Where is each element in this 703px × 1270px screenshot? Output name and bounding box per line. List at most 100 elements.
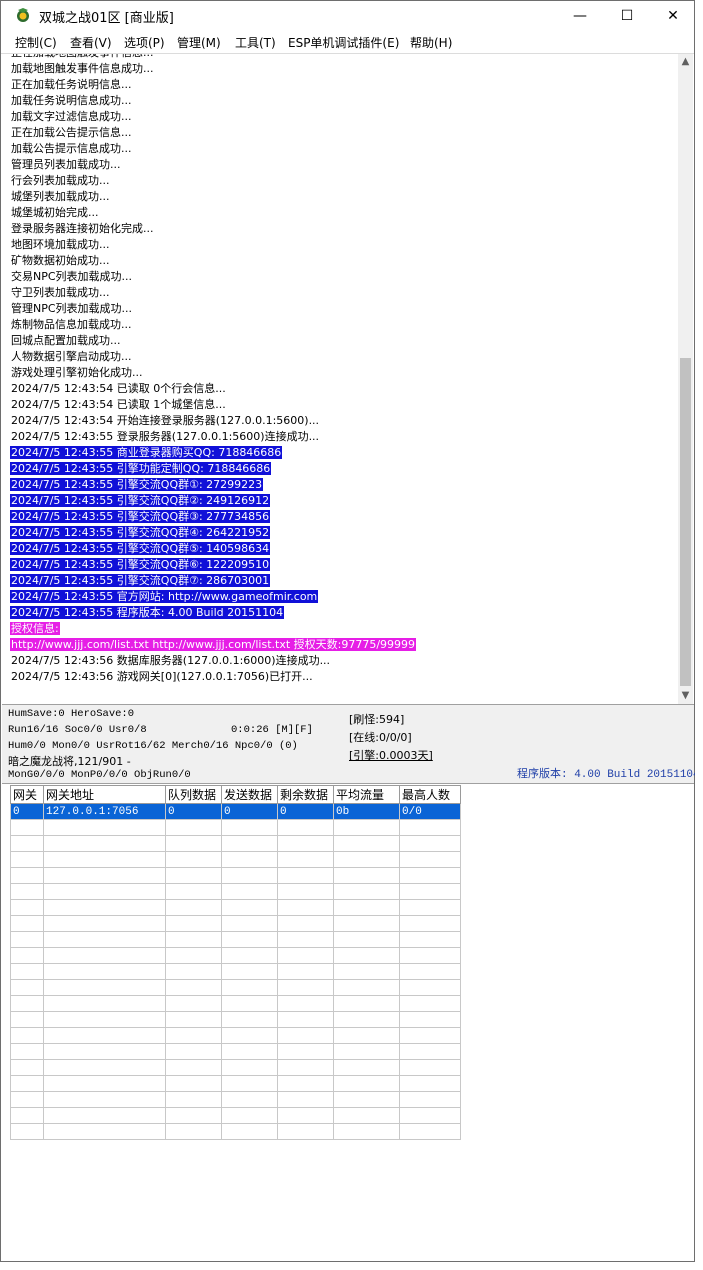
menu-manage[interactable]: 管理(M) <box>177 34 221 51</box>
window-title: 双城之战01区 [商业版] <box>39 11 174 26</box>
table-cell-empty <box>399 819 461 836</box>
menu-tools[interactable]: 工具(T) <box>235 34 276 51</box>
table-row-empty[interactable] <box>10 995 461 1012</box>
table-row-empty[interactable] <box>10 947 461 964</box>
table-row-empty[interactable] <box>10 867 461 884</box>
table-cell-empty <box>221 963 278 980</box>
menu-view[interactable]: 查看(V) <box>70 34 112 51</box>
log-line: 2024/7/5 12:43:55 商业登录器购买QQ: 718846686 <box>10 445 678 461</box>
table-row-empty[interactable] <box>10 1027 461 1044</box>
table-row-empty[interactable] <box>10 1011 461 1028</box>
table-row-empty[interactable] <box>10 851 461 868</box>
table-cell-empty <box>10 1123 44 1140</box>
table-cell-empty <box>221 883 278 900</box>
table-row-empty[interactable] <box>10 915 461 932</box>
table-cell-empty <box>277 1059 334 1076</box>
status-refresh: [刷怪:594] <box>349 713 405 726</box>
minimize-button[interactable]: — <box>557 1 603 31</box>
table-cell-empty <box>43 883 166 900</box>
table-cell-empty <box>221 1091 278 1108</box>
scroll-thumb[interactable] <box>680 358 691 686</box>
table-row-empty[interactable] <box>10 899 461 916</box>
log-line-text: 正在加载任务说明信息... <box>11 78 132 91</box>
log-line: 加载任务说明信息成功... <box>10 93 678 109</box>
log-line: 矿物数据初始成功... <box>10 253 678 269</box>
status-hum: Hum0/0 Mon0/0 UsrRot16/62 Merch0/16 Npc0… <box>8 740 298 752</box>
table-row-empty[interactable] <box>10 1043 461 1060</box>
table-cell-empty <box>333 851 400 868</box>
menu-control[interactable]: 控制(C) <box>15 34 57 51</box>
col-gateway[interactable]: 网关 <box>10 785 44 804</box>
table-cell-empty <box>333 963 400 980</box>
log-line: http://www.jjj.com/list.txt http://www.j… <box>10 637 678 653</box>
log-line: 2024/7/5 12:43:55 官方网站: http://www.gameo… <box>10 589 678 605</box>
table-cell-empty <box>277 995 334 1012</box>
col-send-data[interactable]: 发送数据 <box>221 785 278 804</box>
table-row-empty[interactable] <box>10 979 461 996</box>
table-cell-empty <box>10 979 44 996</box>
table-cell-empty <box>221 1027 278 1044</box>
table-cell-empty <box>165 867 222 884</box>
table-cell-empty <box>10 1091 44 1108</box>
table-cell-empty <box>165 979 222 996</box>
table-row-empty[interactable] <box>10 819 461 836</box>
log-line: 2024/7/5 12:43:54 已读取 0个行会信息... <box>10 381 678 397</box>
log-output[interactable]: 正在加载地图触发事件信息... 加载地图触发事件信息成功... 正在加载任务说明信息… <box>10 54 678 702</box>
table-cell-empty <box>333 819 400 836</box>
col-max-users[interactable]: 最高人数 <box>399 785 461 804</box>
table-cell-empty <box>43 1107 166 1124</box>
scroll-up-icon[interactable]: ▲ <box>678 54 693 70</box>
table-row-empty[interactable] <box>10 1123 461 1140</box>
table-cell-empty <box>165 1123 222 1140</box>
table-cell-empty <box>165 883 222 900</box>
table-row-empty[interactable] <box>10 1059 461 1076</box>
log-line: 2024/7/5 12:43:54 已读取 1个城堡信息... <box>10 397 678 413</box>
cell-remaining: 0 <box>277 803 334 820</box>
col-avg-traffic[interactable]: 平均流量 <box>333 785 400 804</box>
menu-esp-plugin[interactable]: ESP单机调试插件(E) <box>288 34 399 51</box>
table-cell-empty <box>10 819 44 836</box>
background-window-edge <box>695 0 703 1270</box>
table-row-empty[interactable] <box>10 1075 461 1092</box>
table-cell-empty <box>277 883 334 900</box>
log-line: 2024/7/5 12:43:55 引擎交流QQ群①: 27299223 <box>10 477 678 493</box>
status-mon: MonG0/0/0 MonP0/0/0 ObjRun0/0 <box>8 769 191 781</box>
table-cell-empty <box>399 1107 461 1124</box>
table-row-empty[interactable] <box>10 883 461 900</box>
table-cell-empty <box>399 1091 461 1108</box>
table-cell-empty <box>277 1107 334 1124</box>
scroll-down-icon[interactable]: ▼ <box>678 688 693 704</box>
log-line-text: 2024/7/5 12:43:55 官方网站: http://www.gameo… <box>10 590 319 603</box>
table-cell-empty <box>221 1011 278 1028</box>
table-cell-empty <box>43 1075 166 1092</box>
table-cell-empty <box>333 931 400 948</box>
table-cell-empty <box>221 931 278 948</box>
log-line: 2024/7/5 12:43:55 引擎交流QQ群②: 249126912 <box>10 493 678 509</box>
close-button[interactable]: ✕ <box>650 1 696 31</box>
table-cell-empty <box>10 1027 44 1044</box>
table-cell-empty <box>10 915 44 932</box>
menu-options[interactable]: 选项(P) <box>124 34 165 51</box>
col-remaining-data[interactable]: 剩余数据 <box>277 785 334 804</box>
table-row-empty[interactable] <box>10 963 461 980</box>
status-version: 程序版本: 4.00 Build 20151104 <box>517 769 700 781</box>
table-cell-empty <box>43 963 166 980</box>
table-row[interactable]: 0 127.0.0.1:7056 0 0 0 0b 0/0 <box>10 803 461 820</box>
menu-help[interactable]: 帮助(H) <box>410 34 452 51</box>
table-cell-empty <box>221 899 278 916</box>
table-row-empty[interactable] <box>10 1091 461 1108</box>
col-queue-data[interactable]: 队列数据 <box>165 785 222 804</box>
table-row-empty[interactable] <box>10 1107 461 1124</box>
maximize-button[interactable]: ☐ <box>604 1 650 31</box>
table-cell-empty <box>221 867 278 884</box>
cell-queue: 0 <box>165 803 222 820</box>
col-gateway-address[interactable]: 网关地址 <box>43 785 166 804</box>
table-cell-empty <box>221 915 278 932</box>
menu-bar: 控制(C) 查看(V) 选项(P) 管理(M) 工具(T) ESP单机调试插件(… <box>1 31 694 54</box>
log-line: 守卫列表加载成功... <box>10 285 678 301</box>
log-scrollbar[interactable]: ▲ ▼ <box>678 54 693 704</box>
gateway-table[interactable]: 网关 网关地址 队列数据 发送数据 剩余数据 平均流量 最高人数 0 127.0… <box>10 785 461 1140</box>
log-line: 城堡列表加载成功... <box>10 189 678 205</box>
table-row-empty[interactable] <box>10 931 461 948</box>
table-row-empty[interactable] <box>10 835 461 852</box>
